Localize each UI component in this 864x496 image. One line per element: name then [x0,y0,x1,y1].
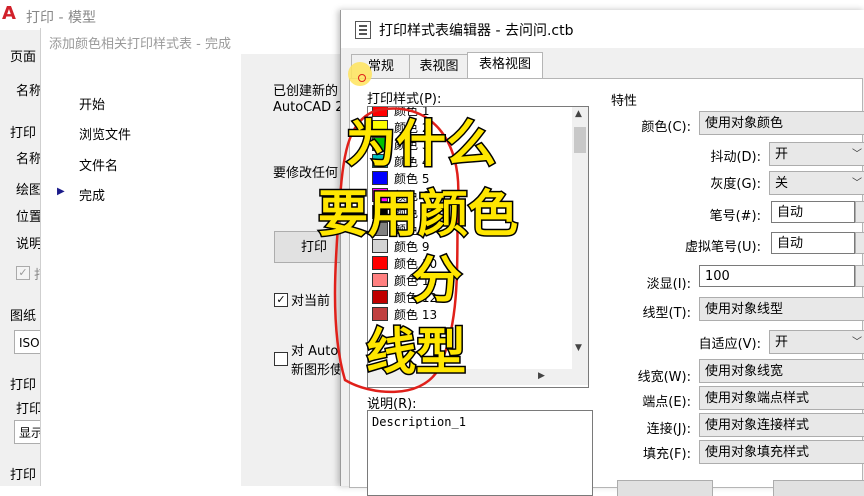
overlay-text-line4: 线型 [365,322,468,383]
overlay-text-line2: 要用颜色 [317,184,520,245]
overlay-text-line3: 分 [411,250,464,311]
overlay-text-line1: 为什么 [345,114,498,175]
